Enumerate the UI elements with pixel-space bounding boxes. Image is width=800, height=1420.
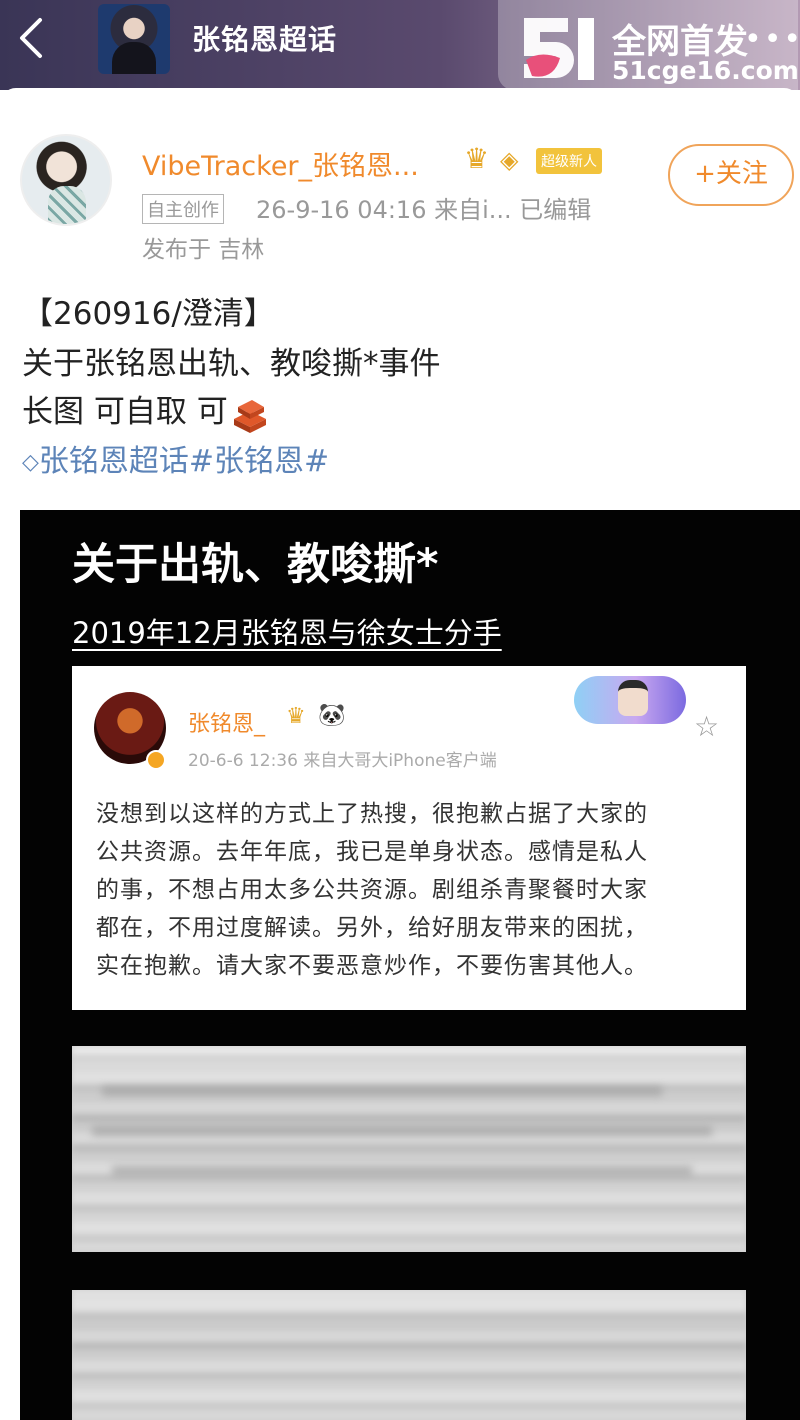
quoted-text-line: 公共资源。去年年底，我已是单身状态。感情是私人 [96, 839, 648, 865]
crown-icon: ♛ [464, 142, 490, 175]
super-topic-icon: ◇ [22, 450, 39, 475]
post-text-line: 长图 可自取 可 [22, 386, 270, 433]
crown-icon: ♛ [286, 704, 306, 729]
long-image-title: 关于出轨、教唆撕* [72, 540, 439, 590]
post-text-line: 【260916/澄清】 [22, 296, 275, 332]
watermark-logo [524, 18, 594, 80]
quoted-text-line: 的事，不想占用太多公共资源。剧组杀青聚餐时大家 [96, 877, 648, 903]
post-location: 发布于 吉林 [142, 237, 265, 263]
watermark-url: 51cge16.com [612, 56, 799, 85]
author-avatar[interactable] [20, 134, 112, 226]
topic-thumbnail[interactable] [98, 4, 170, 74]
follow-button[interactable]: +关注 [668, 144, 794, 206]
decoration-card-icon [574, 676, 686, 724]
quoted-text-line: 实在抱歉。请大家不要恶意炒作，不要伤害其他人。 [96, 953, 648, 979]
post-meta: 26-9-16 04:16 来自i... 已编辑 [256, 196, 592, 224]
long-image-subtitle: 2019年12月张铭恩与徐女士分手 [72, 616, 502, 650]
verified-badge-icon [146, 750, 166, 770]
original-tag: 自主创作 [142, 194, 224, 224]
topic-link-text[interactable]: 张铭恩超话#张铭恩# [39, 444, 329, 479]
quoted-text-line: 没想到以这样的方式上了热搜，很抱歉占据了大家的 [96, 801, 648, 827]
super-newbie-badge: 超级新人 [536, 148, 602, 174]
quoted-meta: 20-6-6 12:36 来自大哥大iPhone客户端 [188, 751, 497, 771]
more-menu-icon[interactable]: ••• [744, 22, 800, 57]
blurred-screenshot [72, 1290, 746, 1420]
star-icon: ☆ [694, 710, 720, 743]
author-name[interactable]: VibeTracker_张铭恩... [142, 144, 419, 183]
quoted-author-name: 张铭恩_ [188, 712, 266, 737]
chevron-left-icon [20, 18, 42, 58]
brick-emoji-icon [233, 399, 266, 433]
diamond-badge-icon: ◈ [500, 146, 519, 174]
quoted-text-line: 都在，不用过度解读。另外，给好朋友带来的困扰， [96, 915, 648, 941]
topic-links[interactable]: ◇张铭恩超话#张铭恩# [22, 436, 329, 480]
blurred-screenshot [72, 1046, 746, 1252]
panda-icon: 🐼 [318, 703, 346, 728]
post-text-segment: 长图 可自取 可 [22, 394, 228, 430]
post-text-line: 关于张铭恩出轨、教唆撕*事件 [22, 346, 441, 382]
topic-title[interactable]: 张铭恩超话 [192, 18, 337, 58]
back-button[interactable] [14, 16, 48, 60]
